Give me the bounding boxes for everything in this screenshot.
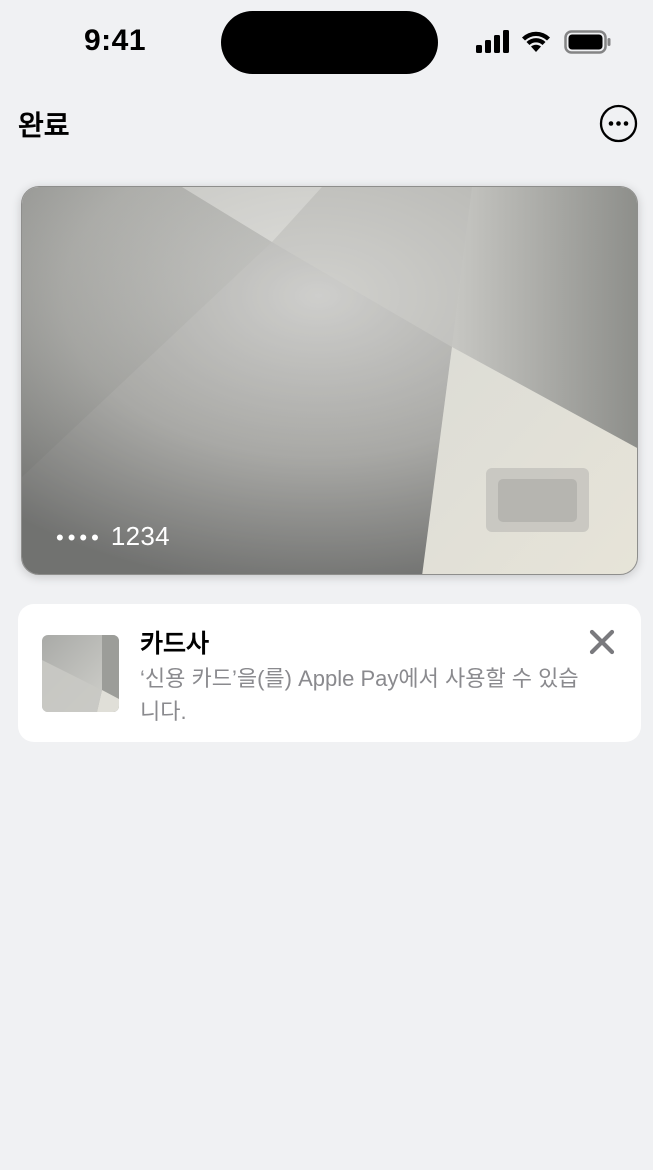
more-options-button[interactable] xyxy=(599,104,638,143)
ellipsis-circle-icon xyxy=(599,104,638,143)
notice-body: ‘신용 카드’을(를) Apple Pay에서 사용할 수 있습니다. xyxy=(140,666,579,724)
card-issuer-notice: 카드사 ‘신용 카드’을(를) Apple Pay에서 사용할 수 있습니다. xyxy=(18,604,641,742)
credit-card[interactable]: •••• 1234 xyxy=(21,186,638,575)
done-button[interactable]: 완료 xyxy=(18,104,70,144)
notice-title: 카드사 xyxy=(140,630,210,658)
card-thumbnail xyxy=(42,635,119,712)
dynamic-island xyxy=(221,11,438,74)
card-number: •••• 1234 xyxy=(56,521,170,552)
card-artwork xyxy=(22,187,637,574)
wifi-icon xyxy=(522,31,550,52)
wallet-screen: 9:41 완료 •••• 1234 카드사 ‘신용 카드’을(를) Apple … xyxy=(0,0,653,1170)
card-last-digits: 1234 xyxy=(110,521,170,551)
battery-icon xyxy=(564,30,611,54)
close-icon xyxy=(589,629,615,655)
status-time: 9:41 xyxy=(84,24,147,57)
close-button[interactable] xyxy=(586,626,618,658)
cellular-signal-icon xyxy=(476,30,509,53)
status-bar: 9:41 xyxy=(0,0,653,90)
card-masked-dots: •••• xyxy=(56,525,103,550)
